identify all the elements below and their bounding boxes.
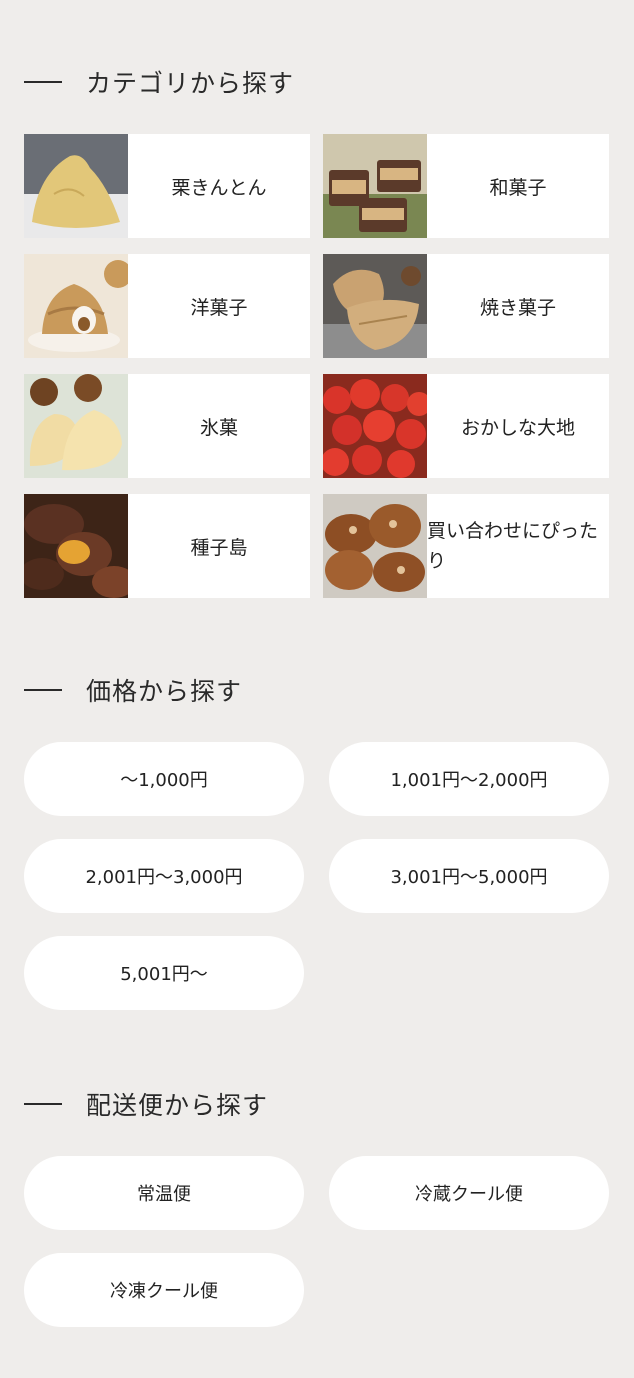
price-1001-2000-button[interactable]: 1,001円〜2,000円 — [329, 742, 609, 816]
chestnut-kinton-photo — [24, 134, 128, 238]
category-label: 焼き菓子 — [479, 296, 556, 319]
category-card-tanegashima[interactable]: 種子島 — [24, 494, 310, 598]
category-title-text: カテゴリから探す — [86, 69, 295, 98]
category-card-hyoka[interactable]: 氷菓 — [24, 374, 310, 478]
price-title-text: 価格から探す — [86, 677, 243, 706]
title-rule — [24, 1103, 62, 1105]
yogashi-photo — [24, 254, 128, 358]
category-card-yogashi[interactable]: 洋菓子 — [24, 254, 310, 358]
title-rule — [24, 689, 62, 691]
price-3001-5000-button[interactable]: 3,001円〜5,000円 — [329, 839, 609, 913]
category-label: おかしな大地 — [460, 416, 575, 439]
delivery-refrigerated-button[interactable]: 冷蔵クール便 — [329, 1156, 609, 1230]
delivery-frozen-button[interactable]: 冷凍クール便 — [24, 1253, 304, 1327]
category-card-kaiawase[interactable]: 買い合わせにぴったり — [323, 494, 609, 598]
delivery-title-text: 配送便から探す — [86, 1091, 269, 1120]
sweet-potato-photo — [24, 494, 128, 598]
category-card-kuri-kinton[interactable]: 栗きんとん — [24, 134, 310, 238]
florentine-photo — [323, 494, 427, 598]
category-card-okashina-daichi[interactable]: おかしな大地 — [323, 374, 609, 478]
category-label: 和菓子 — [489, 176, 547, 199]
tomato-photo — [323, 374, 427, 478]
ice-sweets-photo — [24, 374, 128, 478]
category-label: 種子島 — [190, 536, 248, 559]
delivery-section-title: 配送便から探す — [24, 1086, 268, 1122]
title-rule — [24, 81, 62, 83]
category-section-title: カテゴリから探す — [24, 64, 294, 100]
price-section-title: 価格から探す — [24, 672, 242, 708]
delivery-ambient-button[interactable]: 常温便 — [24, 1156, 304, 1230]
category-label: 栗きんとん — [171, 176, 267, 199]
category-label: 氷菓 — [199, 416, 238, 439]
wagashi-photo — [323, 134, 427, 238]
price-over-5001-button[interactable]: 5,001円〜 — [24, 936, 304, 1010]
price-under-1000-button[interactable]: 〜1,000円 — [24, 742, 304, 816]
category-label: 洋菓子 — [190, 296, 248, 319]
baked-sweets-photo — [323, 254, 427, 358]
price-2001-3000-button[interactable]: 2,001円〜3,000円 — [24, 839, 304, 913]
category-card-yakigashi[interactable]: 焼き菓子 — [323, 254, 609, 358]
category-label: 買い合わせにぴったり — [427, 520, 599, 572]
category-card-wagashi[interactable]: 和菓子 — [323, 134, 609, 238]
